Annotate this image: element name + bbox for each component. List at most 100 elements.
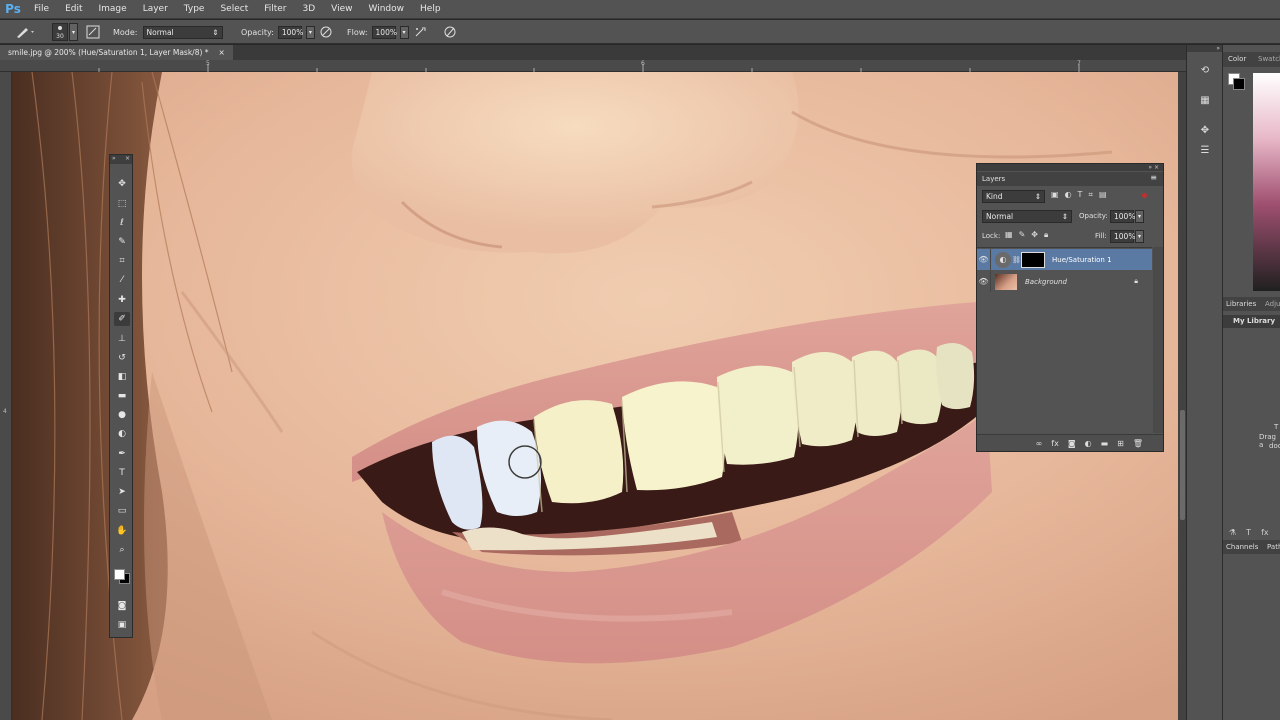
add-mask-icon[interactable]: ◙: [1068, 439, 1076, 448]
add-text-icon[interactable]: T: [1246, 528, 1251, 537]
blend-mode-select[interactable]: Normal ⇕: [982, 210, 1072, 223]
screen-mode-icon[interactable]: ▣: [114, 618, 130, 632]
menu-filter[interactable]: Filter: [256, 0, 294, 19]
smart-object-filter-icon[interactable]: ▤: [1099, 190, 1107, 200]
layer-mask-thumb[interactable]: [1021, 251, 1045, 268]
eyedropper-tool-icon[interactable]: ⁄: [114, 273, 130, 287]
collapse-icon[interactable]: »: [112, 155, 116, 164]
brush-size-picker[interactable]: 30 ▾: [52, 20, 78, 44]
menu-help[interactable]: Help: [412, 0, 449, 19]
new-group-icon[interactable]: ▬: [1101, 439, 1109, 448]
lock-image-icon[interactable]: ✎: [1019, 230, 1026, 240]
add-style-icon[interactable]: fx: [1261, 528, 1269, 537]
lock-all-icon[interactable]: 🔒︎: [1044, 230, 1048, 240]
brush-panel-toggle[interactable]: [86, 20, 100, 44]
visibility-eye-icon[interactable]: 👁︎: [977, 249, 991, 270]
menu-select[interactable]: Select: [212, 0, 256, 19]
layers-scrollbar[interactable]: [1153, 247, 1163, 433]
new-layer-icon[interactable]: ⊞: [1117, 439, 1124, 448]
tab-color[interactable]: Color: [1228, 55, 1246, 63]
quick-mask-icon[interactable]: ◙: [114, 599, 130, 613]
flow-field[interactable]: 100%: [371, 25, 397, 39]
mode-select[interactable]: Normal ⇕: [142, 25, 223, 39]
menu-3d[interactable]: 3D: [295, 0, 324, 19]
brush-tool-preset[interactable]: [14, 20, 36, 44]
properties-panel-icon[interactable]: ☰: [1197, 143, 1213, 157]
link-layers-icon[interactable]: ∞: [1036, 439, 1043, 448]
tab-adjustments[interactable]: Adju: [1265, 300, 1280, 308]
new-adjustment-icon[interactable]: ◐: [1085, 439, 1092, 448]
gradient-tool-icon[interactable]: ▬: [114, 389, 130, 403]
history-brush-tool-icon[interactable]: ↺: [114, 351, 130, 365]
type-filter-icon[interactable]: T: [1078, 190, 1083, 200]
blur-tool-icon[interactable]: ●: [114, 408, 130, 422]
brush-tool-icon[interactable]: ✐: [114, 312, 130, 326]
clone-stamp-tool-icon[interactable]: ⊥: [114, 332, 130, 346]
pixel-filter-icon[interactable]: ▣: [1051, 190, 1059, 200]
zoom-tool-icon[interactable]: ⌕: [114, 543, 130, 557]
layer-row-hue-saturation[interactable]: 👁︎ ◐ ⛓︎ Hue/Saturation 1: [977, 249, 1152, 270]
opacity-field[interactable]: 100%: [277, 25, 303, 39]
color-swatches[interactable]: [112, 565, 132, 587]
tab-paths[interactable]: Path: [1267, 543, 1280, 551]
move-tool-icon[interactable]: ✥: [114, 177, 130, 191]
delete-layer-icon[interactable]: 🗑︎: [1133, 439, 1143, 448]
layer-opacity-field[interactable]: 100%: [1110, 210, 1135, 223]
visibility-eye-icon[interactable]: 👁︎: [977, 271, 991, 292]
dodge-tool-icon[interactable]: ◐: [114, 427, 130, 441]
flow-dropdown[interactable]: ▾: [399, 25, 409, 39]
opacity-dropdown[interactable]: ▾: [305, 25, 315, 39]
panel-menu-icon[interactable]: ≡: [1150, 173, 1157, 182]
menu-layer[interactable]: Layer: [135, 0, 176, 19]
menu-edit[interactable]: Edit: [57, 0, 90, 19]
close-panel-icon[interactable]: ×: [125, 155, 130, 164]
tool-presets-panel-icon[interactable]: ✥: [1197, 123, 1213, 137]
quick-selection-tool-icon[interactable]: ✎: [114, 235, 130, 249]
lasso-tool-icon[interactable]: ℓ: [114, 216, 130, 230]
lock-transparent-icon[interactable]: ▦: [1005, 230, 1013, 240]
color-panel-bg[interactable]: [1233, 78, 1245, 90]
tab-libraries[interactable]: Libraries: [1226, 300, 1256, 308]
shape-filter-icon[interactable]: ⌗: [1088, 190, 1093, 200]
scrollbar-thumb[interactable]: [1180, 410, 1185, 520]
foreground-color-swatch[interactable]: [114, 569, 125, 580]
vertical-scrollbar[interactable]: [1178, 72, 1186, 720]
fill-field[interactable]: 100%: [1110, 230, 1135, 243]
layer-opacity-dropdown[interactable]: ▾: [1135, 210, 1144, 223]
my-library-select[interactable]: My Library: [1223, 315, 1280, 328]
tab-channels[interactable]: Channels: [1226, 543, 1258, 551]
menu-view[interactable]: View: [323, 0, 360, 19]
brush-size-dropdown[interactable]: ▾: [69, 23, 78, 41]
pen-tool-icon[interactable]: ✒: [114, 447, 130, 461]
pressure-size-button[interactable]: [442, 20, 458, 44]
pressure-opacity-button[interactable]: [318, 20, 334, 44]
mask-link-icon[interactable]: ⛓︎: [1012, 256, 1021, 264]
rectangle-tool-icon[interactable]: ▭: [114, 504, 130, 518]
lock-position-icon[interactable]: ✥: [1031, 230, 1038, 240]
filter-toggle-icon[interactable]: [1142, 193, 1147, 198]
tab-layers[interactable]: Layers: [982, 175, 1005, 183]
layers-panel-header[interactable]: » ×: [977, 164, 1163, 171]
fill-dropdown[interactable]: ▾: [1135, 230, 1144, 243]
menu-image[interactable]: Image: [91, 0, 135, 19]
menu-window[interactable]: Window: [361, 0, 413, 19]
layer-row-background[interactable]: 👁︎ Background 🔒︎: [977, 271, 1152, 292]
hand-tool-icon[interactable]: ✋: [114, 524, 130, 538]
document-tab[interactable]: smile.jpg @ 200% (Hue/Saturation 1, Laye…: [0, 45, 233, 60]
close-tab-icon[interactable]: ×: [219, 45, 225, 60]
path-selection-tool-icon[interactable]: ➤: [114, 485, 130, 499]
layer-style-icon[interactable]: fx: [1051, 439, 1059, 448]
menu-type[interactable]: Type: [176, 0, 213, 19]
menu-file[interactable]: File: [26, 0, 57, 19]
add-element-icon[interactable]: ⚗: [1229, 528, 1236, 537]
history-panel-icon[interactable]: ⟲: [1197, 63, 1213, 77]
strip-header[interactable]: »: [1187, 45, 1223, 52]
healing-brush-tool-icon[interactable]: ✚: [114, 293, 130, 307]
filter-kind-select[interactable]: Kind ⇕: [982, 190, 1045, 203]
marquee-tool-icon[interactable]: ⬚: [114, 197, 130, 211]
tab-swatches[interactable]: Swatch: [1258, 55, 1280, 63]
airbrush-button[interactable]: [413, 20, 429, 44]
crop-tool-icon[interactable]: ⌗: [114, 254, 130, 268]
type-tool-icon[interactable]: T: [114, 466, 130, 480]
tools-panel-header[interactable]: » ×: [110, 155, 132, 164]
